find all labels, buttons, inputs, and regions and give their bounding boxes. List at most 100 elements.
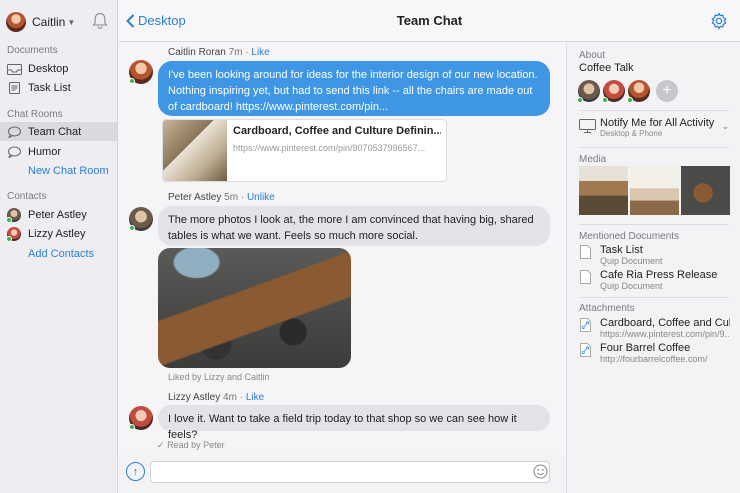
back-label: Desktop bbox=[138, 13, 186, 28]
user-name: Caitlin bbox=[32, 15, 66, 29]
message-author: Lizzy Astley bbox=[168, 392, 221, 403]
link-preview-title: Cardboard, Coffee and Culture Definin... bbox=[233, 125, 441, 137]
page-title: Team Chat bbox=[396, 13, 463, 28]
contact-lizzy-astley[interactable]: Lizzy Astley bbox=[0, 224, 117, 243]
sidebar-item-humor[interactable]: Humor bbox=[0, 142, 117, 161]
message-time: 5m bbox=[224, 192, 239, 203]
inbox-icon bbox=[7, 63, 22, 75]
message-header: Peter Astley 5m · Unlike bbox=[168, 192, 275, 203]
attachment-url: http://fourbarrelcoffee.com/ bbox=[600, 354, 708, 364]
bell-icon[interactable] bbox=[92, 12, 108, 30]
section-chat-rooms: Chat Rooms bbox=[7, 109, 63, 120]
link-icon bbox=[580, 318, 591, 332]
message-bubble: I love it. Want to take a field trip tod… bbox=[158, 405, 550, 441]
sidebar-item-label: Team Chat bbox=[28, 125, 82, 138]
online-indicator bbox=[602, 97, 608, 103]
avatar bbox=[129, 406, 153, 430]
link-preview-image bbox=[163, 120, 227, 181]
contact-peter-astley[interactable]: Peter Astley bbox=[0, 205, 117, 224]
message-header: Caitlin Roran 7m · Like bbox=[168, 47, 270, 58]
upload-icon[interactable]: ↑ bbox=[126, 462, 145, 481]
member-list: + bbox=[577, 80, 678, 103]
member-avatar[interactable] bbox=[602, 80, 625, 103]
message-author: Caitlin Roran bbox=[168, 47, 226, 58]
back-button[interactable]: Desktop bbox=[126, 13, 186, 28]
notify-sub: Desktop & Phone bbox=[600, 129, 663, 138]
avatar bbox=[6, 12, 26, 32]
attachment-title: Four Barrel Coffee bbox=[600, 342, 691, 354]
document-icon bbox=[580, 270, 591, 284]
notify-title: Notify Me for All Activity bbox=[600, 117, 715, 129]
member-avatar[interactable] bbox=[627, 80, 650, 103]
add-contacts-link[interactable]: Add Contacts bbox=[28, 248, 94, 260]
online-indicator bbox=[129, 424, 135, 430]
mentioned-document[interactable]: Task List Quip Document bbox=[580, 244, 730, 266]
document-icon bbox=[9, 81, 20, 94]
avatar bbox=[6, 207, 21, 223]
media-thumbnail[interactable] bbox=[681, 166, 730, 215]
message-bubble: The more photos I look at, the more I am… bbox=[158, 206, 550, 246]
avatar bbox=[129, 207, 153, 231]
check-icon: ✓ bbox=[157, 440, 165, 450]
contact-label: Peter Astley bbox=[28, 208, 87, 221]
sidebar-item-label: Humor bbox=[28, 145, 62, 158]
like-button[interactable]: Like bbox=[246, 392, 264, 403]
media-thumbnail[interactable] bbox=[630, 166, 679, 215]
sidebar-item-label: Desktop bbox=[28, 62, 69, 75]
add-member-button[interactable]: + bbox=[656, 80, 678, 102]
online-indicator bbox=[129, 78, 135, 84]
attachment-item[interactable]: Four Barrel Coffee http://fourbarrelcoff… bbox=[580, 342, 730, 364]
sidebar: Caitlin ▼ Documents Desktop Task List Ch… bbox=[0, 0, 118, 493]
avatar bbox=[129, 60, 153, 84]
member-avatar[interactable] bbox=[577, 80, 600, 103]
document-sub: Quip Document bbox=[600, 281, 663, 291]
media-thumbnail[interactable] bbox=[579, 166, 628, 215]
new-chat-room-link[interactable]: New Chat Room bbox=[28, 165, 109, 177]
sidebar-item-task-list[interactable]: Task List bbox=[0, 78, 117, 97]
link-icon bbox=[580, 343, 591, 357]
attachment-item[interactable]: Cardboard, Coffee and Cul... https://www… bbox=[580, 317, 730, 339]
message-bubble: I've been looking around for ideas for t… bbox=[158, 61, 550, 116]
link-preview-card[interactable]: Cardboard, Coffee and Culture Definin...… bbox=[162, 119, 447, 182]
attachment-title: Cardboard, Coffee and Cul... bbox=[600, 317, 730, 329]
attachment-url: https://www.pinterest.com/pin/9... bbox=[600, 329, 730, 339]
message-time: 4m bbox=[223, 392, 237, 403]
mentioned-document[interactable]: Cafe Ria Press Release Quip Document bbox=[580, 269, 730, 291]
gear-icon[interactable] bbox=[710, 12, 728, 30]
online-indicator bbox=[6, 216, 12, 223]
sidebar-item-team-chat[interactable]: Team Chat bbox=[0, 122, 117, 141]
unlike-button[interactable]: Unlike bbox=[247, 192, 275, 203]
avatar bbox=[6, 226, 21, 242]
mentioned-documents-label: Mentioned Documents bbox=[579, 231, 680, 242]
emoji-icon[interactable] bbox=[533, 464, 548, 479]
online-indicator bbox=[627, 97, 633, 103]
chat-bubble-icon bbox=[8, 146, 21, 158]
document-icon bbox=[580, 245, 591, 259]
like-button[interactable]: Like bbox=[251, 47, 269, 58]
read-receipt: ✓ Read by Peter bbox=[157, 440, 225, 451]
sidebar-item-desktop[interactable]: Desktop bbox=[0, 59, 117, 78]
media-label: Media bbox=[579, 154, 607, 165]
section-contacts: Contacts bbox=[7, 191, 47, 202]
attachments-label: Attachments bbox=[579, 303, 635, 314]
document-sub: Quip Document bbox=[600, 256, 663, 266]
chat-bubble-icon bbox=[8, 126, 21, 138]
divider bbox=[579, 147, 729, 148]
sidebar-item-label: Task List bbox=[28, 81, 71, 94]
shared-photo[interactable] bbox=[158, 248, 351, 368]
top-bar: Desktop Team Chat bbox=[119, 0, 740, 42]
read-by: Read by Peter bbox=[167, 440, 225, 450]
notification-setting[interactable]: Notify Me for All Activity Desktop & Pho… bbox=[579, 117, 729, 139]
media-gallery bbox=[579, 166, 732, 215]
room-title: Coffee Talk bbox=[579, 62, 634, 74]
chevron-down-icon: ▼ bbox=[67, 17, 76, 27]
chevron-down-icon: ⌄ bbox=[721, 121, 729, 131]
online-indicator bbox=[6, 235, 12, 242]
about-label: About bbox=[579, 50, 606, 61]
divider bbox=[579, 297, 729, 298]
document-title: Cafe Ria Press Release bbox=[600, 269, 718, 281]
message-time: 7m bbox=[228, 47, 243, 58]
message-input[interactable] bbox=[150, 461, 550, 483]
section-documents: Documents bbox=[7, 45, 58, 56]
link-preview-url: https://www.pinterest.com/pin/9070537996… bbox=[233, 143, 426, 153]
